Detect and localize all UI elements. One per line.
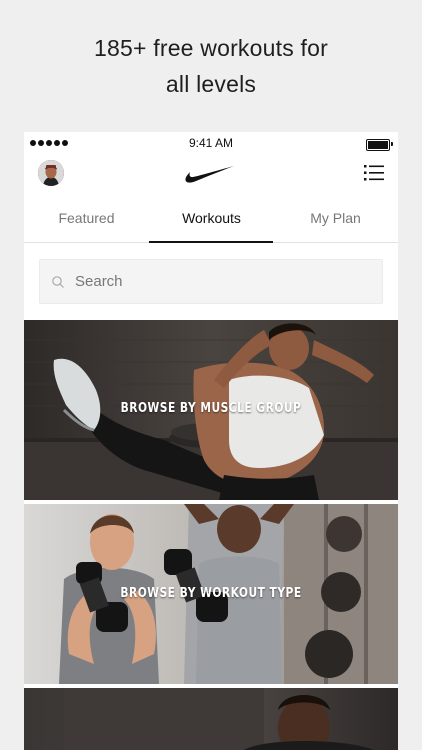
list-menu-icon[interactable]	[364, 164, 384, 182]
tab-featured[interactable]: Featured	[24, 194, 149, 242]
avatar[interactable]	[38, 160, 64, 186]
battery-icon	[366, 139, 393, 151]
tab-bar: Featured Workouts My Plan	[24, 194, 398, 243]
active-tab-indicator	[149, 241, 273, 243]
card-browse-by-muscle-group[interactable]: BROWSE BY MUSCLE GROUP	[24, 320, 398, 500]
tab-workouts[interactable]: Workouts	[149, 194, 274, 242]
workout-photo-partial	[24, 688, 398, 750]
promo-headline: 185+ free workouts for all levels	[0, 30, 422, 102]
tab-my-plan[interactable]: My Plan	[273, 194, 398, 242]
search-box[interactable]	[39, 259, 383, 304]
card-browse-partial[interactable]	[24, 688, 398, 750]
search-icon	[52, 275, 64, 288]
status-bar: 9:41 AM	[24, 132, 398, 154]
search-container	[24, 243, 398, 320]
card-label-workout-type: BROWSE BY WORKOUT TYPE	[120, 586, 302, 601]
status-time: 9:41 AM	[188, 136, 234, 150]
promo-headline-line-1: 185+ free workouts for	[94, 35, 328, 61]
navbar	[24, 154, 398, 194]
card-label-muscle-group: BROWSE BY MUSCLE GROUP	[120, 401, 302, 416]
nike-swoosh-logo	[185, 166, 234, 183]
promo-headline-line-2: all levels	[165, 71, 257, 97]
card-browse-by-workout-type[interactable]: BROWSE BY WORKOUT TYPE	[24, 504, 398, 684]
phone-screen: 9:41 AM Featured Workouts My Plan Search…	[24, 132, 398, 750]
search-input[interactable]	[73, 272, 337, 291]
